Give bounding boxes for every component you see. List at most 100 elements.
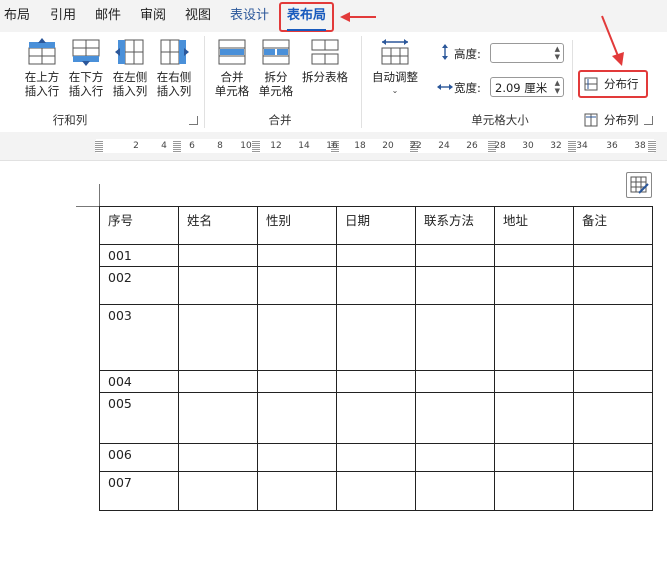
table-cell[interactable] bbox=[336, 392, 416, 444]
table-cell[interactable] bbox=[336, 443, 416, 472]
table-cell[interactable] bbox=[178, 370, 258, 393]
column-width-input[interactable]: 2.09 厘米 ▲ ▼ bbox=[490, 77, 564, 97]
tab-layout[interactable]: 布局 bbox=[4, 0, 30, 32]
table-cell[interactable] bbox=[336, 370, 416, 393]
insert-row-below-button[interactable]: 在下方 插入行 bbox=[64, 38, 108, 98]
insert-row-above-label: 在上方 插入行 bbox=[24, 70, 60, 98]
row-id-cell[interactable]: 004 bbox=[99, 370, 179, 393]
table-cell[interactable] bbox=[178, 244, 258, 267]
table-cell[interactable] bbox=[178, 471, 258, 511]
row-id-cell[interactable]: 003 bbox=[99, 304, 179, 371]
table-cell[interactable] bbox=[494, 244, 574, 267]
header-cell[interactable]: 联系方法 bbox=[415, 206, 495, 245]
row-height-input[interactable]: ▲ ▼ bbox=[490, 43, 564, 63]
row-id-cell[interactable]: 001 bbox=[99, 244, 179, 267]
table-cell[interactable] bbox=[415, 471, 495, 511]
split-cells-button[interactable]: 拆分 单元格 bbox=[254, 38, 298, 98]
tab-references[interactable]: 引用 bbox=[50, 0, 76, 32]
header-cell[interactable]: 性别 bbox=[257, 206, 337, 245]
table-cell[interactable] bbox=[257, 392, 337, 444]
tab-table-design[interactable]: 表设计 bbox=[230, 0, 269, 32]
header-cell[interactable]: 地址 bbox=[494, 206, 574, 245]
ruler-column-marker[interactable] bbox=[252, 140, 260, 152]
row-id-cell[interactable]: 007 bbox=[99, 471, 179, 511]
table-cell[interactable] bbox=[573, 370, 653, 393]
data-table[interactable]: 序号 姓名 性别 日期 联系方法 地址 备注 001 002 003 004 005 00… bbox=[99, 206, 653, 511]
insert-row-above-button[interactable]: 在上方 插入行 bbox=[20, 38, 64, 98]
width-label: 宽度: bbox=[454, 81, 481, 95]
rows-cols-launcher-icon[interactable] bbox=[189, 116, 198, 125]
table-cell[interactable] bbox=[178, 392, 258, 444]
insert-column-left-icon bbox=[115, 39, 144, 65]
table-cell[interactable] bbox=[573, 304, 653, 371]
split-table-button[interactable]: 拆分表格 bbox=[298, 38, 352, 84]
ruler-tick: 20 bbox=[382, 141, 394, 151]
table-cell[interactable] bbox=[415, 443, 495, 472]
ruler-tick: 24 bbox=[438, 141, 450, 151]
table-cell[interactable] bbox=[257, 370, 337, 393]
tab-review[interactable]: 审阅 bbox=[140, 0, 166, 32]
table-cell[interactable] bbox=[415, 392, 495, 444]
distribute-rows-button[interactable]: 分布行 bbox=[578, 70, 648, 98]
tab-table-layout[interactable]: 表布局 bbox=[279, 2, 335, 32]
tab-view[interactable]: 视图 bbox=[185, 0, 211, 32]
ruler-column-marker[interactable] bbox=[95, 140, 103, 152]
row-id-cell[interactable]: 002 bbox=[99, 266, 179, 305]
tab-mailings[interactable]: 邮件 bbox=[95, 0, 121, 32]
spin-arrows-icon[interactable]: ▲ ▼ bbox=[555, 79, 560, 95]
horizontal-ruler[interactable]: 2 4 6 8 10 12 14 16 18 20 22 24 26 28 30… bbox=[0, 132, 667, 161]
ruler-column-marker[interactable] bbox=[648, 140, 656, 152]
table-cell[interactable] bbox=[494, 266, 574, 305]
table-cell[interactable] bbox=[336, 244, 416, 267]
ruler-tick: 14 bbox=[298, 141, 310, 151]
table-cell[interactable] bbox=[336, 266, 416, 305]
table-cell[interactable] bbox=[573, 392, 653, 444]
insert-column-left-button[interactable]: 在左侧 插入列 bbox=[108, 38, 152, 98]
ruler-column-marker[interactable] bbox=[173, 140, 181, 152]
header-cell[interactable]: 日期 bbox=[336, 206, 416, 245]
table-cell[interactable] bbox=[415, 304, 495, 371]
table-cell[interactable] bbox=[178, 266, 258, 305]
table-row: 007 bbox=[99, 471, 653, 511]
header-cell[interactable]: 姓名 bbox=[178, 206, 258, 245]
table-header-row: 序号 姓名 性别 日期 联系方法 地址 备注 bbox=[99, 206, 653, 245]
table-cell[interactable] bbox=[257, 304, 337, 371]
table-cell[interactable] bbox=[257, 443, 337, 472]
table-cell[interactable] bbox=[336, 471, 416, 511]
insert-column-right-button[interactable]: 在右侧 插入列 bbox=[152, 38, 196, 98]
table-cell[interactable] bbox=[494, 370, 574, 393]
table-cell[interactable] bbox=[494, 392, 574, 444]
table-cell[interactable] bbox=[573, 471, 653, 511]
table-cell[interactable] bbox=[178, 304, 258, 371]
cell-size-launcher-icon[interactable] bbox=[644, 116, 653, 125]
table-layout-options-button[interactable] bbox=[626, 172, 652, 198]
ruler-column-marker[interactable] bbox=[568, 140, 576, 152]
spin-arrows-icon[interactable]: ▲ ▼ bbox=[555, 45, 560, 61]
merge-cells-button[interactable]: 合并 单元格 bbox=[210, 38, 254, 98]
split-table-icon bbox=[311, 39, 339, 65]
table-cell[interactable] bbox=[494, 471, 574, 511]
header-cell[interactable]: 备注 bbox=[573, 206, 653, 245]
table-cell[interactable] bbox=[573, 266, 653, 305]
ruler-tick: 8 bbox=[217, 141, 223, 151]
table-cell[interactable] bbox=[573, 443, 653, 472]
row-id-cell[interactable]: 005 bbox=[99, 392, 179, 444]
distribute-columns-button[interactable]: 分布列 bbox=[580, 110, 650, 130]
table-cell[interactable] bbox=[494, 443, 574, 472]
table-cell[interactable] bbox=[257, 244, 337, 267]
table-cell[interactable] bbox=[178, 443, 258, 472]
table-cell[interactable] bbox=[336, 304, 416, 371]
autofit-button[interactable]: 自动调整 ⌄ bbox=[366, 38, 424, 98]
table-cell[interactable] bbox=[415, 370, 495, 393]
row-id-cell[interactable]: 006 bbox=[99, 443, 179, 472]
table-cell[interactable] bbox=[415, 266, 495, 305]
table-edit-icon bbox=[630, 176, 649, 194]
table-cell[interactable] bbox=[494, 304, 574, 371]
header-cell[interactable]: 序号 bbox=[99, 206, 179, 245]
ruler-tick: 28 bbox=[494, 141, 506, 151]
table-cell[interactable] bbox=[257, 471, 337, 511]
group-divider bbox=[361, 36, 362, 128]
table-cell[interactable] bbox=[415, 244, 495, 267]
table-cell[interactable] bbox=[573, 244, 653, 267]
table-cell[interactable] bbox=[257, 266, 337, 305]
